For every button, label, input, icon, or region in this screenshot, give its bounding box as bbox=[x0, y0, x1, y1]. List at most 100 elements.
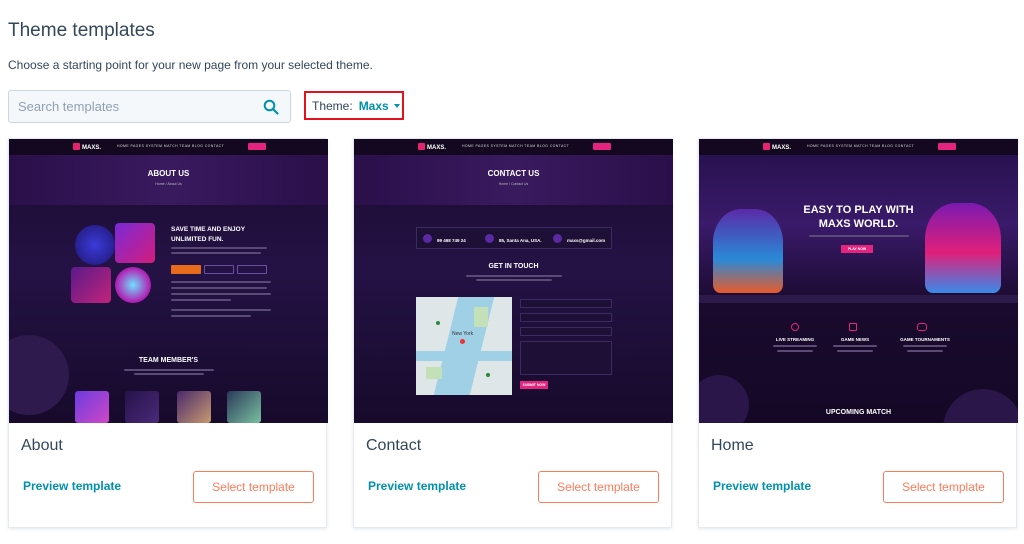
thumb-info-bar: 99 468 749 24 85, Santa Ana, USA. maxs@g… bbox=[416, 227, 612, 249]
map-pin-icon bbox=[460, 339, 465, 344]
thumb-hero-band bbox=[354, 155, 673, 205]
template-card-contact: MAXS. HOME PAGES SYSTEM MATCH TEAM BLOG … bbox=[353, 138, 673, 528]
thumb-section-title: UPCOMING MATCH bbox=[825, 409, 892, 416]
thumb-nav-button bbox=[248, 143, 266, 150]
thumb-text bbox=[773, 345, 817, 347]
search-input[interactable] bbox=[9, 91, 249, 122]
thumb-divider bbox=[699, 295, 1018, 303]
thumb-section-title: TEAM MEMBER'S bbox=[138, 357, 199, 364]
thumb-text bbox=[171, 309, 271, 311]
thumb-navbar: MAXS. HOME PAGES SYSTEM MATCH TEAM BLOG … bbox=[9, 139, 328, 155]
map-label: New York bbox=[452, 331, 474, 337]
streaming-icon bbox=[791, 323, 799, 331]
news-icon bbox=[849, 323, 857, 331]
thumb-text bbox=[171, 252, 261, 254]
thumb-text bbox=[171, 287, 267, 289]
preview-template-link[interactable]: Preview template bbox=[713, 479, 811, 493]
thumb-navbar: MAXS. HOME PAGES SYSTEM MATCH TEAM BLOG … bbox=[699, 139, 1018, 155]
thumb-text bbox=[171, 299, 231, 301]
thumb-text bbox=[466, 275, 562, 277]
thumb-feature-title: LIVE STREAMING bbox=[775, 337, 815, 342]
thumb-map: New York bbox=[416, 297, 512, 395]
thumb-text bbox=[837, 350, 873, 352]
thumb-nav-links: HOME PAGES SYSTEM MATCH TEAM BLOG CONTAC… bbox=[117, 144, 225, 148]
map-pin-icon bbox=[436, 321, 440, 325]
thumb-nav-links: HOME PAGES SYSTEM MATCH TEAM BLOG CONTAC… bbox=[807, 144, 915, 148]
thumb-nav-button bbox=[593, 143, 611, 150]
select-template-button[interactable]: Select template bbox=[883, 471, 1004, 503]
theme-dropdown[interactable]: Theme: Maxs bbox=[304, 91, 404, 120]
thumb-decoration bbox=[943, 389, 1018, 423]
gamepad-icon bbox=[917, 323, 927, 331]
thumb-text bbox=[833, 345, 877, 347]
thumb-team-photo bbox=[75, 391, 109, 423]
template-card-home: MAXS. HOME PAGES SYSTEM MATCH TEAM BLOG … bbox=[698, 138, 1018, 528]
preview-template-link[interactable]: Preview template bbox=[23, 479, 121, 493]
thumb-team-photo bbox=[177, 391, 211, 423]
template-thumbnail[interactable]: MAXS. HOME PAGES SYSTEM MATCH TEAM BLOG … bbox=[699, 139, 1018, 423]
thumb-nav-button bbox=[938, 143, 956, 150]
thumb-title: CONTACT US bbox=[487, 169, 540, 178]
thumb-nav-links: HOME PAGES SYSTEM MATCH TEAM BLOG CONTAC… bbox=[462, 144, 570, 148]
thumb-feature-title: GAME TOURNAMENTS bbox=[900, 337, 950, 342]
thumb-submit-button: SUBMIT NOW bbox=[520, 381, 548, 389]
map-park bbox=[426, 367, 442, 379]
phone-icon bbox=[423, 234, 432, 243]
thumb-breadcrumb: Home / Contact Us bbox=[498, 182, 529, 186]
select-template-button[interactable]: Select template bbox=[538, 471, 659, 503]
thumb-form-field bbox=[520, 327, 612, 336]
search-icon[interactable] bbox=[263, 99, 279, 115]
template-thumbnail[interactable]: MAXS. HOME PAGES SYSTEM MATCH TEAM BLOG … bbox=[354, 139, 673, 423]
map-park bbox=[474, 307, 488, 327]
thumb-phone: 99 468 749 24 bbox=[437, 238, 466, 243]
page-subtitle: Choose a starting point for your new pag… bbox=[8, 58, 373, 72]
thumb-feature-title: GAME NEWS bbox=[840, 337, 870, 342]
map-water bbox=[416, 351, 512, 361]
thumb-form-field bbox=[520, 299, 612, 308]
preview-template-link[interactable]: Preview template bbox=[368, 479, 466, 493]
thumb-logo: MAXS. bbox=[763, 143, 791, 151]
thumb-team-photo bbox=[227, 391, 261, 423]
thumb-text bbox=[124, 369, 214, 371]
thumb-hero-heading: EASY TO PLAY WITH MAXS WORLD. bbox=[803, 204, 914, 230]
thumb-email: maxs@gmail.com bbox=[567, 238, 606, 243]
thumb-text bbox=[171, 293, 271, 295]
select-template-button[interactable]: Select template bbox=[193, 471, 314, 503]
thumb-slider-dots bbox=[843, 285, 871, 298]
thumb-text bbox=[777, 350, 813, 352]
thumb-navbar: MAXS. HOME PAGES SYSTEM MATCH TEAM BLOG … bbox=[354, 139, 673, 155]
thumb-team-photo bbox=[125, 391, 159, 423]
thumb-tab bbox=[237, 265, 267, 274]
thumb-image bbox=[115, 267, 151, 303]
template-thumbnail[interactable]: MAXS. HOME PAGES SYSTEM MATCH TEAM BLOG … bbox=[9, 139, 328, 423]
thumb-form-field bbox=[520, 313, 612, 322]
template-name: About bbox=[21, 437, 63, 454]
thumb-text bbox=[476, 279, 552, 281]
thumb-text bbox=[171, 315, 251, 317]
location-icon bbox=[485, 234, 494, 243]
thumb-heading: SAVE TIME AND ENJOY UNLIMITED FUN. bbox=[171, 226, 245, 243]
thumb-image bbox=[71, 267, 111, 303]
thumb-logo: MAXS. bbox=[73, 143, 101, 151]
page-title: Theme templates bbox=[8, 20, 155, 41]
template-name: Contact bbox=[366, 437, 422, 454]
thumb-image bbox=[75, 225, 115, 265]
caret-down-icon bbox=[393, 104, 400, 108]
thumb-text bbox=[903, 345, 947, 347]
thumb-tab bbox=[171, 265, 201, 274]
thumb-hero-band bbox=[9, 155, 328, 205]
theme-value: Maxs bbox=[358, 98, 389, 113]
thumb-logo: MAXS. bbox=[418, 143, 446, 151]
map-pin-icon bbox=[486, 373, 490, 377]
thumb-text bbox=[171, 247, 267, 249]
email-icon bbox=[553, 234, 562, 243]
thumb-form-message bbox=[520, 341, 612, 375]
search-box bbox=[8, 90, 291, 123]
thumb-title: ABOUT US bbox=[147, 169, 190, 178]
thumb-text bbox=[809, 235, 909, 237]
thumb-text bbox=[907, 350, 943, 352]
thumb-cta-button: PLAY NOW bbox=[841, 245, 873, 253]
thumb-address: 85, Santa Ana, USA. bbox=[499, 238, 542, 243]
thumb-breadcrumb: Home / About Us bbox=[155, 182, 182, 186]
thumb-text bbox=[171, 281, 271, 283]
